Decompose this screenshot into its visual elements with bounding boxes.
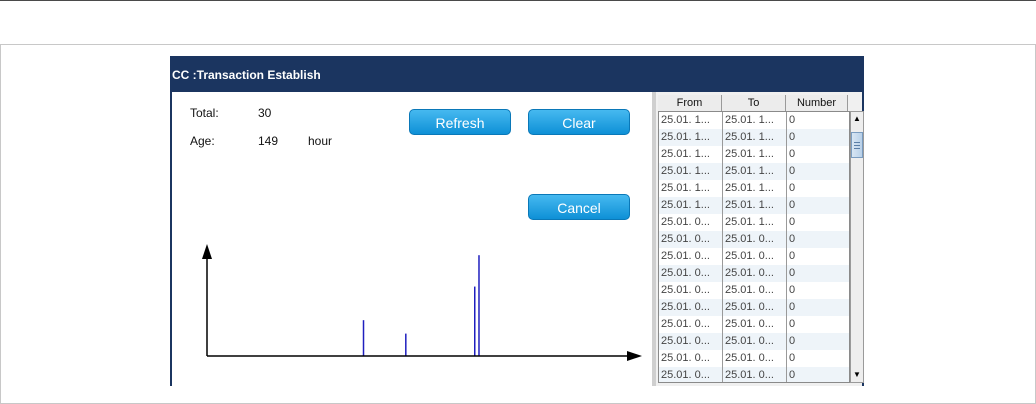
cell-to: 25.01. 0... [723,316,787,333]
cell-number: 0 [789,216,796,228]
x-axis-arrow-icon [627,351,642,361]
cell-from: 25.01. 0... [659,282,723,299]
cell-to: 25.01. 1... [723,180,787,197]
cell-number: 0 [789,301,796,313]
cell-number: 0 [789,131,796,143]
cell-number: 0 [789,199,796,211]
cell-from: 25.01. 0... [659,265,723,282]
table-row[interactable]: 25.01. 1... 25.01. 1... 0 [659,146,849,163]
transaction-dialog: CC :Transaction Establish Total: 30 Age:… [170,56,864,386]
cell-number: 0 [789,165,796,177]
cell-number: 0 [789,284,796,296]
cell-from: 25.01. 0... [659,350,723,367]
dialog-title: CC :Transaction Establish [172,68,321,82]
table-row[interactable]: 25.01. 0... 25.01. 0... 0 [659,350,849,367]
cell-to: 25.01. 0... [723,248,787,265]
table-row[interactable]: 25.01. 0... 25.01. 0... 0 [659,333,849,350]
cell-from: 25.01. 0... [659,316,723,333]
cell-number: 0 [789,335,796,347]
cell-to: 25.01. 0... [723,350,787,367]
column-header-to[interactable]: To [722,95,786,111]
cell-number: 0 [789,114,796,126]
scroll-down-arrow-icon[interactable]: ▼ [851,368,863,382]
table-row[interactable]: 25.01. 1... 25.01. 1... 0 [659,112,849,129]
column-header-number[interactable]: Number [786,95,848,111]
column-header-from[interactable]: From [658,95,722,111]
histogram-chart [202,244,642,361]
cell-to: 25.01. 0... [723,231,787,248]
scrollbar-thumb[interactable] [851,132,863,158]
cell-to: 25.01. 1... [723,146,787,163]
table-row[interactable]: 25.01. 0... 25.01. 0... 0 [659,299,849,316]
dialog-titlebar: CC :Transaction Establish [172,58,862,92]
cell-from: 25.01. 1... [659,146,723,163]
cell-to: 25.01. 1... [723,112,787,129]
cell-to: 25.01. 0... [723,282,787,299]
cell-from: 25.01. 0... [659,248,723,265]
cell-from: 25.01. 0... [659,333,723,350]
top-divider [0,0,1036,1]
table-row[interactable]: 25.01. 0... 25.01. 0... 0 [659,231,849,248]
cell-number: 0 [789,267,796,279]
table-row[interactable]: 25.01. 1... 25.01. 1... 0 [659,129,849,146]
table-row[interactable]: 25.01. 1... 25.01. 1... 0 [659,163,849,180]
table-row[interactable]: 25.01. 0... 25.01. 0... 0 [659,248,849,265]
cell-number: 0 [789,148,796,160]
table-row[interactable]: 25.01. 0... 25.01. 0... 0 [659,316,849,333]
table-header: From To Number [658,95,850,111]
cell-from: 25.01. 1... [659,129,723,146]
table-row[interactable]: 25.01. 1... 25.01. 1... 0 [659,197,849,214]
transactions-table: From To Number 25.01. 1... 25.01. 1... 0 25… [652,92,864,386]
table-row[interactable]: 25.01. 0... 25.01. 0... 0 [659,367,849,382]
cell-from: 25.01. 0... [659,231,723,248]
cell-to: 25.01. 0... [723,367,787,382]
table-row[interactable]: 25.01. 1... 25.01. 1... 0 [659,180,849,197]
cell-to: 25.01. 1... [723,197,787,214]
table-row[interactable]: 25.01. 0... 25.01. 0... 0 [659,265,849,282]
table-body: 25.01. 1... 25.01. 1... 0 25.01. 1... 25.01.… [658,111,850,383]
cell-number: 0 [789,352,796,364]
table-row[interactable]: 25.01. 0... 25.01. 1... 0 [659,214,849,231]
cell-number: 0 [789,318,796,330]
scroll-up-arrow-icon[interactable]: ▲ [851,112,863,126]
chart-bars [362,255,480,356]
cell-from: 25.01. 1... [659,112,723,129]
y-axis-arrow-icon [202,244,212,259]
cell-number: 0 [789,233,796,245]
cell-number: 0 [789,182,796,194]
cell-to: 25.01. 0... [723,299,787,316]
cell-to: 25.01. 0... [723,333,787,350]
cell-from: 25.01. 0... [659,299,723,316]
dialog-content: Total: 30 Age: 149 hour Refresh Clear Ca… [172,92,652,386]
cell-from: 25.01. 0... [659,367,723,382]
cell-number: 0 [789,369,796,381]
cell-from: 25.01. 0... [659,214,723,231]
cell-from: 25.01. 1... [659,180,723,197]
cell-number: 0 [789,250,796,262]
table-scrollbar[interactable]: ▲ ▼ [850,111,864,383]
cell-from: 25.01. 1... [659,197,723,214]
cell-to: 25.01. 1... [723,163,787,180]
cell-from: 25.01. 1... [659,163,723,180]
table-row[interactable]: 25.01. 0... 25.01. 0... 0 [659,282,849,299]
cell-to: 25.01. 0... [723,265,787,282]
cell-to: 25.01. 1... [723,129,787,146]
cell-to: 25.01. 1... [723,214,787,231]
